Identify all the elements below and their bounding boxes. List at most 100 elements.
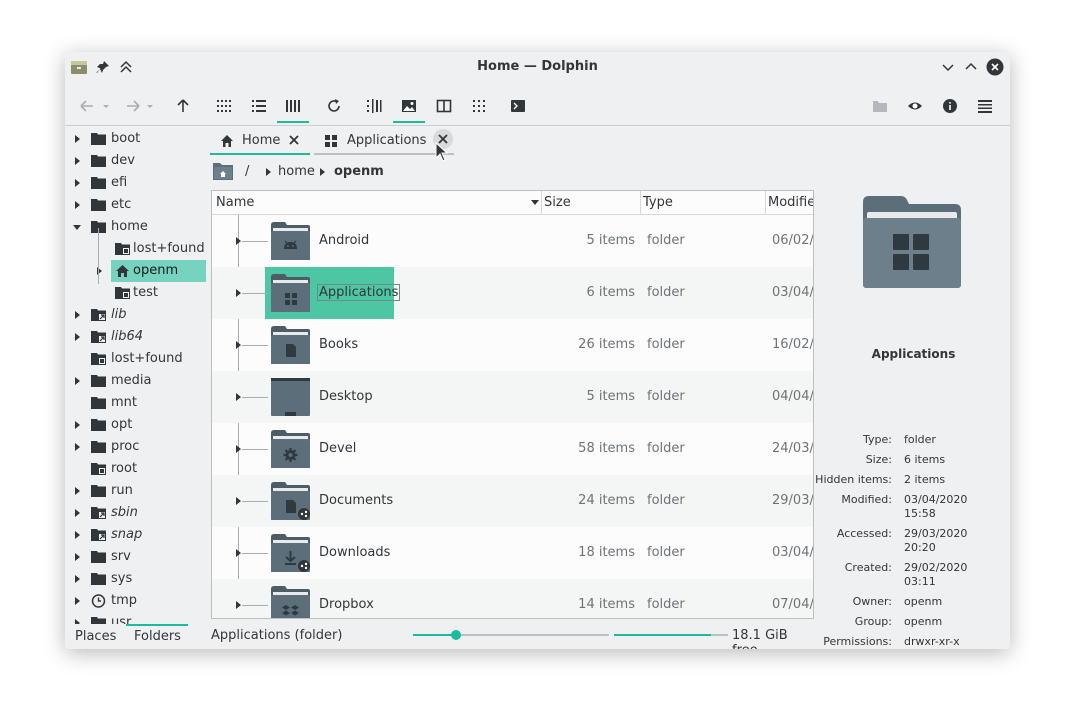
chevron-right-icon[interactable]	[236, 445, 241, 453]
tree-item-proc[interactable]: proc	[65, 436, 210, 458]
compact-view-icon[interactable]	[247, 94, 271, 118]
details-view-icon[interactable]	[277, 94, 309, 123]
tree-item-media[interactable]: media	[65, 370, 210, 392]
terminal-icon[interactable]	[506, 94, 530, 118]
split-view-icon[interactable]	[432, 94, 456, 118]
show-hidden-icon[interactable]	[903, 94, 927, 118]
zoom-slider[interactable]	[413, 630, 609, 640]
preview-icon[interactable]	[393, 94, 425, 123]
file-row-documents[interactable]: Documents 24 items folder 29/03/	[212, 475, 813, 527]
menu-icon[interactable]	[973, 94, 997, 118]
chevron-right-icon[interactable]	[236, 549, 241, 557]
file-name[interactable]: Dropbox	[319, 597, 374, 612]
forward-icon[interactable]	[125, 94, 159, 118]
chevron-right-icon[interactable]	[75, 135, 80, 143]
tree-item-openm[interactable]: openm	[97, 260, 206, 282]
tree-item-mnt[interactable]: mnt	[65, 392, 210, 414]
chevron-right-icon[interactable]	[75, 531, 80, 539]
tree-item-lost-found[interactable]: lost+found	[111, 238, 206, 260]
file-name[interactable]: Desktop	[319, 389, 373, 404]
breadcrumb-current[interactable]: openm	[334, 164, 384, 179]
chevron-right-icon[interactable]	[75, 377, 80, 385]
tree-item-sys[interactable]: sys	[65, 568, 210, 590]
tree-item-etc[interactable]: etc	[65, 194, 210, 216]
details-view[interactable]: Name Size Type Modifie Android 5 items fol…	[211, 190, 814, 619]
file-name[interactable]: Documents	[319, 493, 393, 508]
chevron-right-icon[interactable]	[75, 575, 80, 583]
file-row-books[interactable]: Books 26 items folder 16/02/	[212, 319, 813, 371]
chevron-right-icon[interactable]	[236, 601, 241, 609]
column-modified[interactable]: Modifie	[768, 195, 813, 210]
tab-places[interactable]: Places	[75, 629, 116, 644]
chevron-right-icon[interactable]	[75, 509, 80, 517]
zoom-slider-handle[interactable]	[451, 630, 462, 640]
info-icon[interactable]	[938, 94, 962, 118]
tree-item-run[interactable]: run	[65, 480, 210, 502]
tab-folders[interactable]: Folders	[134, 629, 181, 644]
tree-item-opt[interactable]: opt	[65, 414, 210, 436]
chevron-right-icon[interactable]	[75, 487, 80, 495]
new-folder-icon[interactable]	[868, 94, 892, 118]
chevron-right-icon[interactable]	[75, 201, 80, 209]
tree-item-sbin[interactable]: sbin	[65, 502, 210, 524]
tab-home[interactable]: Home	[210, 128, 310, 155]
tree-item-srv[interactable]: srv	[65, 546, 210, 568]
chevron-down-icon[interactable]	[73, 224, 81, 230]
chevron-right-icon[interactable]	[236, 393, 241, 401]
file-name[interactable]: Android	[319, 233, 369, 248]
places-folder-icon[interactable]	[212, 160, 234, 182]
chevron-right-icon[interactable]	[75, 553, 80, 561]
tree-item-tmp[interactable]: tmp	[65, 590, 210, 612]
file-name[interactable]: Books	[319, 337, 358, 352]
column-size[interactable]: Size	[544, 195, 571, 210]
breadcrumb-root[interactable]: /	[245, 164, 249, 179]
chevron-right-icon[interactable]	[75, 157, 80, 165]
tree-item-efi[interactable]: efi	[65, 172, 210, 194]
tree-item-lost-found[interactable]: lost+found	[65, 348, 210, 370]
back-icon[interactable]	[79, 94, 113, 118]
chevron-right-icon[interactable]	[75, 333, 80, 341]
chevron-right-icon[interactable]	[236, 237, 241, 245]
maximize-icon[interactable]	[962, 58, 980, 76]
reload-icon[interactable]	[322, 94, 346, 118]
tree-item-home[interactable]: home	[65, 216, 210, 238]
chevron-right-icon[interactable]	[75, 597, 80, 605]
grid-icon[interactable]	[467, 94, 491, 118]
column-name[interactable]: Name	[216, 195, 254, 210]
split-columns-icon[interactable]	[362, 94, 386, 118]
file-row-devel[interactable]: Devel 58 items folder 24/03/	[212, 423, 813, 475]
column-type[interactable]: Type	[643, 195, 673, 210]
chevron-right-icon[interactable]	[75, 311, 80, 319]
chevron-right-icon[interactable]	[236, 341, 241, 349]
file-row-downloads[interactable]: Downloads 18 items folder 03/04/	[212, 527, 813, 579]
up-icon[interactable]	[171, 94, 195, 118]
folders-tree[interactable]: boot dev efi etc home lost+found openm test lib l…	[65, 126, 210, 624]
tab-applications[interactable]: Applications	[314, 128, 454, 155]
breadcrumb[interactable]: / home openm	[210, 160, 810, 186]
tree-item-snap[interactable]: snap	[65, 524, 210, 546]
tree-item-boot[interactable]: boot	[65, 128, 210, 150]
tree-item-root[interactable]: root	[65, 458, 210, 480]
file-name[interactable]: Downloads	[319, 545, 390, 560]
tree-item-test[interactable]: test	[111, 282, 206, 304]
file-row-dropbox[interactable]: Dropbox 14 items folder 07/04/	[212, 579, 813, 618]
title-bar[interactable]: Home — Dolphin	[65, 52, 1010, 82]
close-window-icon[interactable]	[986, 58, 1004, 76]
chevron-right-icon[interactable]	[236, 289, 241, 297]
file-name[interactable]: Applications	[316, 284, 401, 301]
close-tab-icon[interactable]	[288, 134, 300, 150]
minimize-icon[interactable]	[939, 58, 957, 76]
tree-item-lib[interactable]: lib	[65, 304, 210, 326]
file-row-applications[interactable]: Applications 6 items folder 03/04/	[212, 267, 813, 319]
chevron-right-icon[interactable]	[236, 497, 241, 505]
breadcrumb-home[interactable]: home	[278, 164, 315, 179]
tree-item-dev[interactable]: dev	[65, 150, 210, 172]
tree-item-lib64[interactable]: lib64	[65, 326, 210, 348]
file-name[interactable]: Devel	[319, 441, 356, 456]
chevron-right-icon[interactable]	[75, 421, 80, 429]
file-row-android[interactable]: Android 5 items folder 06/02/	[212, 215, 813, 267]
icons-view-icon[interactable]	[212, 94, 236, 118]
tree-item-usr[interactable]: usr	[65, 612, 210, 624]
file-row-desktop[interactable]: Desktop 5 items folder 04/04/	[212, 371, 813, 423]
chevron-right-icon[interactable]	[75, 443, 80, 451]
